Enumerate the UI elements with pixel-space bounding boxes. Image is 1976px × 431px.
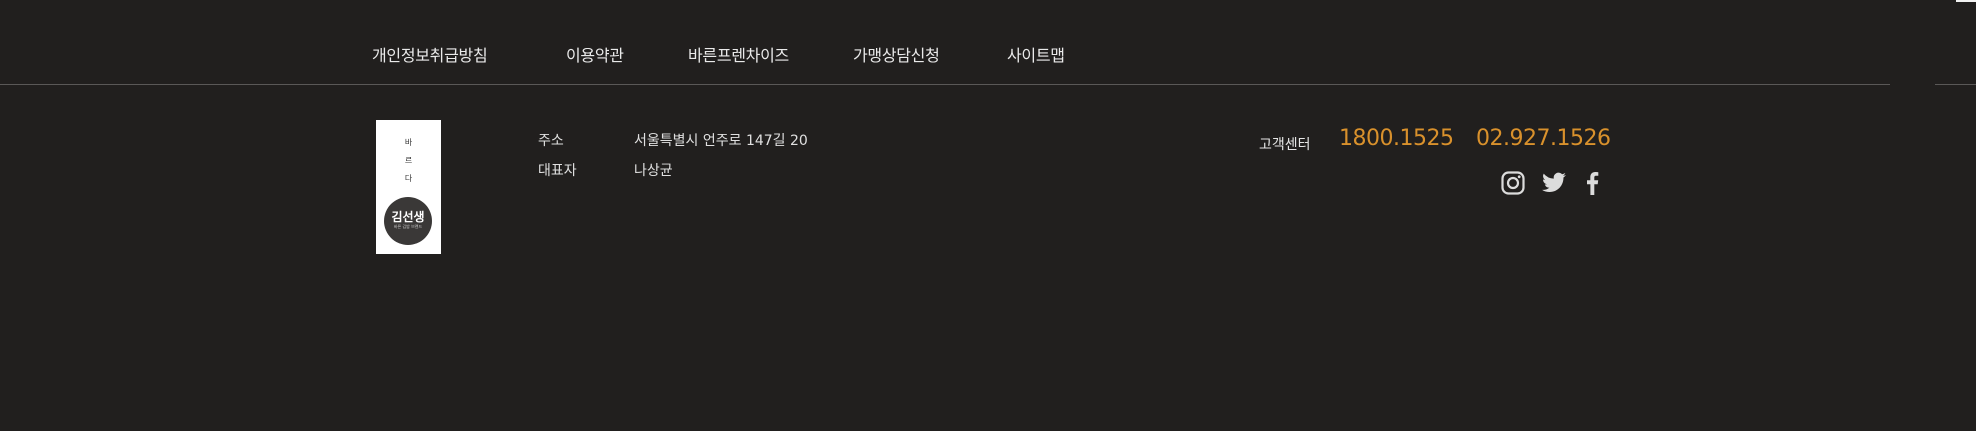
logo-char: 바 (404, 138, 413, 147)
ceo-value: 나상균 (634, 163, 673, 179)
address-value: 서울특별시 언주로 147길 20 (634, 133, 808, 149)
logo-name: 김선생 (391, 210, 425, 224)
customer-center-phone-2[interactable]: 02.927.1526 (1476, 126, 1611, 151)
twitter-icon[interactable] (1540, 170, 1568, 196)
logo-char: 르 (404, 156, 413, 165)
nav-link-privacy-policy[interactable]: 개인정보취급방침 (372, 42, 488, 66)
ceo-label: 대표자 (538, 163, 577, 179)
logo-char: 다 (404, 174, 413, 183)
nav-link-franchise[interactable]: 바른프렌차이즈 (688, 42, 789, 66)
logo-vertical-text: 바 르 다 (376, 134, 441, 188)
facebook-icon[interactable] (1582, 170, 1602, 196)
address-label: 주소 (538, 133, 564, 149)
nav-link-sitemap[interactable]: 사이트맵 (1007, 42, 1065, 66)
customer-center-label: 고객센터 (1259, 137, 1311, 153)
footer-nav: 개인정보취급방침 이용약관 바른프렌차이즈 가맹상담신청 사이트맵 (0, 0, 1976, 84)
logo-badge: 김선생 바른 김밥 브랜드 (384, 197, 432, 245)
nav-divider (0, 84, 1890, 85)
nav-link-franchise-inquiry[interactable]: 가맹상담신청 (853, 42, 940, 66)
brand-logo[interactable]: 바 르 다 김선생 바른 김밥 브랜드 (376, 120, 441, 254)
corner-mark (1956, 0, 1976, 2)
customer-center-phone-1[interactable]: 1800.1525 (1339, 126, 1454, 151)
nav-divider-right (1935, 84, 1976, 85)
nav-link-terms[interactable]: 이용약관 (566, 42, 624, 66)
logo-tagline: 바른 김밥 브랜드 (393, 224, 423, 229)
instagram-icon[interactable] (1500, 170, 1526, 196)
